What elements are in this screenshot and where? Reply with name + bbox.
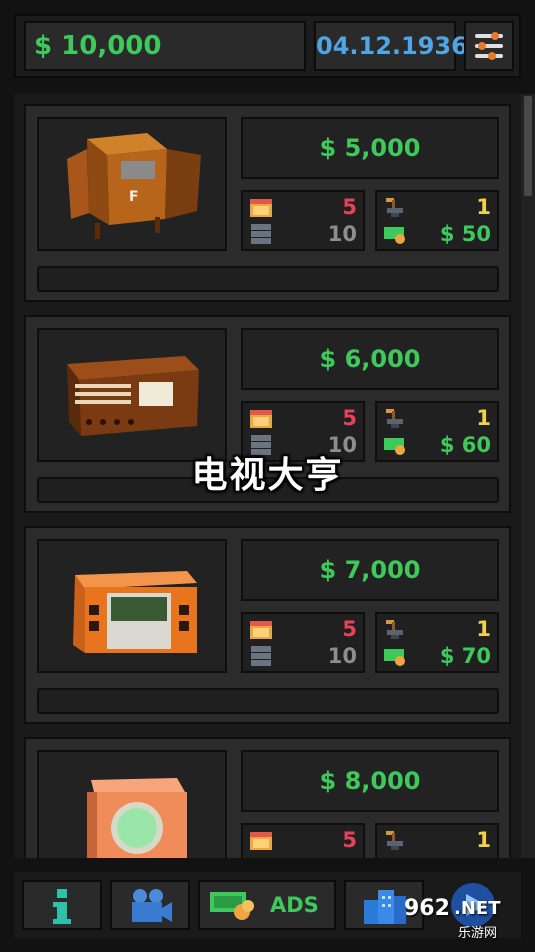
game-title-overlay: 电视大亨 xyxy=(191,454,344,496)
price-button[interactable]: $ 7,000 xyxy=(241,539,499,601)
cash-coins-icon xyxy=(384,649,405,666)
calendar-icon xyxy=(250,199,272,217)
ads-label: ADS xyxy=(270,893,319,917)
watermark-site: 乐游网 xyxy=(458,926,498,941)
date-display: 04.12.1936 xyxy=(314,21,468,71)
watermark-logo: 962 .NET 乐游网 xyxy=(396,894,528,946)
income-stats: 1 $ 50 xyxy=(375,190,499,251)
video-camera-icon xyxy=(132,889,172,922)
progress-bar xyxy=(37,688,499,714)
income-value: $ 70 xyxy=(439,644,491,668)
level-value: 1 xyxy=(476,406,491,430)
calendar-icon xyxy=(250,410,272,428)
price-button[interactable]: $ 5,000 xyxy=(241,117,499,179)
progress-bar xyxy=(37,266,499,292)
watermark-net: .NET xyxy=(454,898,501,919)
income-stats: 1 xyxy=(375,823,499,858)
money-display: $ 10,000 xyxy=(24,21,306,71)
anvil-hammer-icon xyxy=(386,831,403,850)
product-image xyxy=(37,750,227,858)
build-days: 5 xyxy=(342,828,357,852)
cash-coins-icon xyxy=(384,227,405,244)
scrollbar-thumb[interactable] xyxy=(524,96,532,196)
anvil-hammer-icon xyxy=(386,409,403,428)
svg-text:F: F xyxy=(129,189,139,205)
calendar-icon xyxy=(250,621,272,639)
product-card[interactable]: F $ 5,000 5 10 1 $ 50 xyxy=(24,104,511,302)
product-card[interactable]: $ 8,000 5 1 xyxy=(24,737,511,858)
cash-coins-icon xyxy=(210,892,254,920)
video-camera-button[interactable] xyxy=(110,880,190,930)
build-queue: 10 xyxy=(327,222,357,246)
build-days: 5 xyxy=(342,195,357,219)
level-value: 1 xyxy=(476,195,491,219)
anvil-hammer-icon xyxy=(386,198,403,217)
build-stats: 5 10 xyxy=(241,612,365,673)
level-value: 1 xyxy=(476,617,491,641)
watermark-number: 962 xyxy=(404,896,450,921)
build-days: 5 xyxy=(342,406,357,430)
round-screen-tv-icon xyxy=(87,778,187,858)
product-image xyxy=(37,539,227,673)
info-button[interactable] xyxy=(22,880,102,930)
orange-tv-icon xyxy=(73,571,197,653)
wooden-radio-icon xyxy=(67,356,199,436)
calendar-icon xyxy=(250,832,272,850)
anvil-hammer-icon xyxy=(386,620,403,639)
build-stats: 5 xyxy=(241,823,365,858)
info-icon xyxy=(53,889,71,924)
build-stats: 5 10 xyxy=(241,190,365,251)
income-stats: 1 $ 70 xyxy=(375,612,499,673)
watch-ads-button[interactable]: ADS xyxy=(198,880,336,930)
product-card[interactable]: $ 7,000 5 10 1 $ 70 xyxy=(24,526,511,724)
price-button[interactable]: $ 6,000 xyxy=(241,328,499,390)
sliders-icon xyxy=(475,32,503,60)
income-value: $ 50 xyxy=(439,222,491,246)
build-queue: 10 xyxy=(327,644,357,668)
settings-button[interactable] xyxy=(464,21,514,71)
level-value: 1 xyxy=(476,828,491,852)
product-image: F xyxy=(37,117,227,251)
build-days: 5 xyxy=(342,617,357,641)
server-stack-icon xyxy=(251,646,271,666)
product-image xyxy=(37,328,227,462)
server-stack-icon xyxy=(251,224,271,244)
radio-cabinet-icon: F xyxy=(67,133,201,239)
price-button[interactable]: $ 8,000 xyxy=(241,750,499,812)
